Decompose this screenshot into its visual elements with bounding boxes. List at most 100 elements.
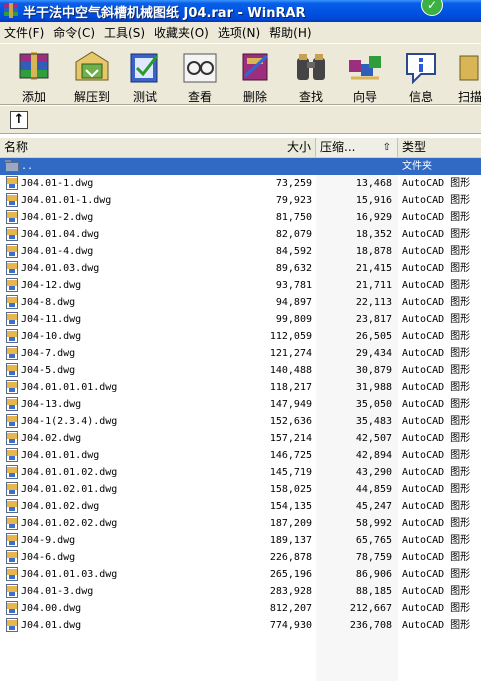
file-row[interactable]: J04-13.dwg 147,949 35,050 AutoCAD 图形 (0, 396, 481, 413)
file-name: J04.01.03.dwg (21, 263, 100, 274)
file-size: 118,217 (269, 382, 312, 393)
wizard-button[interactable]: 向导 (342, 48, 388, 104)
file-type: AutoCAD 图形 (402, 535, 471, 546)
file-row[interactable]: J04-12.dwg 93,781 21,711 AutoCAD 图形 (0, 277, 481, 294)
file-name: J04.01.01-1.dwg (21, 195, 112, 206)
file-row[interactable]: J04.00.dwg 812,207 212,667 AutoCAD 图形 (0, 600, 481, 617)
file-size: 93,781 (275, 280, 312, 291)
menu-bar: 文件(F) 命令(C) 工具(S) 收藏夹(O) 选项(N) 帮助(H) (0, 22, 481, 43)
file-name: J04-13.dwg (21, 399, 82, 410)
file-name: J04-1(2.3.4).dwg (21, 416, 118, 427)
file-name: J04.01.01.01.dwg (21, 382, 118, 393)
scan-label: 扫描 (458, 90, 481, 104)
file-name: J04.01.02.dwg (21, 501, 100, 512)
file-type: AutoCAD 图形 (402, 552, 471, 563)
dwg-file-icon (5, 278, 19, 292)
file-row[interactable]: J04-6.dwg 226,878 78,759 AutoCAD 图形 (0, 549, 481, 566)
scan-button[interactable]: 扫描 (454, 48, 481, 104)
file-size: 99,809 (275, 314, 312, 325)
file-type: AutoCAD 图形 (402, 280, 471, 291)
file-packed-size: 45,247 (355, 501, 392, 512)
find-icon (289, 48, 333, 86)
file-name: J04-10.dwg (21, 331, 82, 342)
file-type: AutoCAD 图形 (402, 620, 471, 631)
file-type: AutoCAD 图形 (402, 314, 471, 325)
menu-options[interactable]: 选项(N) (214, 24, 265, 41)
add-button[interactable]: 添加 (8, 48, 60, 104)
file-packed-size: 23,817 (355, 314, 392, 325)
file-size: 152,636 (269, 416, 312, 427)
dwg-file-icon (5, 465, 19, 479)
column-header-type[interactable]: 类型 (398, 138, 481, 157)
file-row[interactable]: J04.01.03.dwg 89,632 21,415 AutoCAD 图形 (0, 260, 481, 277)
dwg-file-icon (5, 295, 19, 309)
file-row[interactable]: J04.01.01.01.dwg 118,217 31,988 AutoCAD 图形 (0, 379, 481, 396)
file-row[interactable]: J04.01-3.dwg 283,928 88,185 AutoCAD 图形 (0, 583, 481, 600)
column-header-packed[interactable]: 压缩... ⇧ (316, 138, 398, 157)
file-row[interactable]: J04-8.dwg 94,897 22,113 AutoCAD 图形 (0, 294, 481, 311)
file-row[interactable]: J04-9.dwg 189,137 65,765 AutoCAD 图形 (0, 532, 481, 549)
file-row[interactable]: J04.01.02.dwg 154,135 45,247 AutoCAD 图形 (0, 498, 481, 515)
file-size: 81,750 (275, 212, 312, 223)
file-type: AutoCAD 图形 (402, 603, 471, 614)
file-row[interactable]: J04.02.dwg 157,214 42,507 AutoCAD 图形 (0, 430, 481, 447)
file-row[interactable]: J04-10.dwg 112,059 26,505 AutoCAD 图形 (0, 328, 481, 345)
file-row[interactable]: J04.01.01-1.dwg 79,923 15,916 AutoCAD 图形 (0, 192, 481, 209)
file-row[interactable]: J04.01.02.02.dwg 187,209 58,992 AutoCAD 图形 (0, 515, 481, 532)
view-icon (178, 48, 222, 86)
file-size: 265,196 (269, 569, 312, 580)
help-check-icon[interactable]: ✓ (421, 0, 443, 16)
file-row[interactable]: J04.01.04.dwg 82,079 18,352 AutoCAD 图形 (0, 226, 481, 243)
file-size: 89,632 (275, 263, 312, 274)
file-name: J04.01-4.dwg (21, 246, 94, 257)
delete-button[interactable]: 删除 (232, 48, 278, 104)
file-row[interactable]: J04.01.02.01.dwg 158,025 44,859 AutoCAD 图形 (0, 481, 481, 498)
test-button[interactable]: 测试 (122, 48, 168, 104)
file-packed-size: 35,483 (355, 416, 392, 427)
file-row[interactable]: J04.01-1.dwg 73,259 13,468 AutoCAD 图形 (0, 175, 481, 192)
find-button[interactable]: 查找 (288, 48, 334, 104)
dwg-file-icon (5, 516, 19, 530)
file-name: J04.01.04.dwg (21, 229, 100, 240)
menu-file[interactable]: 文件(F) (0, 24, 49, 41)
file-packed-size: 42,507 (355, 433, 392, 444)
file-packed-size: 86,906 (355, 569, 392, 580)
file-row[interactable]: J04.01-4.dwg 84,592 18,878 AutoCAD 图形 (0, 243, 481, 260)
file-row[interactable]: J04.01.01.02.dwg 145,719 43,290 AutoCAD 图形 (0, 464, 481, 481)
find-label: 查找 (298, 90, 323, 104)
file-type: AutoCAD 图形 (402, 399, 471, 410)
view-button[interactable]: 查看 (176, 48, 224, 104)
info-button[interactable]: 信息 (398, 48, 444, 104)
test-label: 测试 (132, 90, 157, 104)
menu-commands[interactable]: 命令(C) (49, 24, 100, 41)
file-size: 226,878 (269, 552, 312, 563)
up-folder-button[interactable]: ↑ (10, 111, 28, 129)
delete-label: 删除 (242, 90, 267, 104)
file-row[interactable]: J04-1(2.3.4).dwg 152,636 35,483 AutoCAD 图形 (0, 413, 481, 430)
file-type: AutoCAD 图形 (402, 416, 471, 427)
menu-help[interactable]: 帮助(H) (265, 24, 316, 41)
file-type: AutoCAD 图形 (402, 246, 471, 257)
file-name: J04-9.dwg (21, 535, 76, 546)
column-header-size[interactable]: 大小 (236, 138, 316, 157)
menu-tools[interactable]: 工具(S) (100, 24, 150, 41)
file-row[interactable]: J04-11.dwg 99,809 23,817 AutoCAD 图形 (0, 311, 481, 328)
file-row[interactable]: J04-5.dwg 140,488 30,879 AutoCAD 图形 (0, 362, 481, 379)
extract-to-button[interactable]: 解压到 (66, 48, 118, 104)
parent-folder-row[interactable]: .. 文件夹 (0, 158, 481, 175)
dwg-file-icon (5, 567, 19, 581)
file-row[interactable]: J04.01.dwg 774,930 236,708 AutoCAD 图形 (0, 617, 481, 634)
file-row[interactable]: J04.01-2.dwg 81,750 16,929 AutoCAD 图形 (0, 209, 481, 226)
file-type: AutoCAD 图形 (402, 586, 471, 597)
add-archive-icon (12, 48, 56, 86)
file-size: 189,137 (269, 535, 312, 546)
file-row[interactable]: J04-7.dwg 121,274 29,434 AutoCAD 图形 (0, 345, 481, 362)
file-size: 187,209 (269, 518, 312, 529)
dwg-file-icon (5, 261, 19, 275)
file-row[interactable]: J04.01.01.03.dwg 265,196 86,906 AutoCAD 图形 (0, 566, 481, 583)
file-row[interactable]: J04.01.01.dwg 146,725 42,894 AutoCAD 图形 (0, 447, 481, 464)
file-size: 158,025 (269, 484, 312, 495)
file-packed-size: 78,759 (355, 552, 392, 563)
menu-favorites[interactable]: 收藏夹(O) (150, 24, 214, 41)
winrar-app-icon[interactable] (3, 3, 19, 19)
